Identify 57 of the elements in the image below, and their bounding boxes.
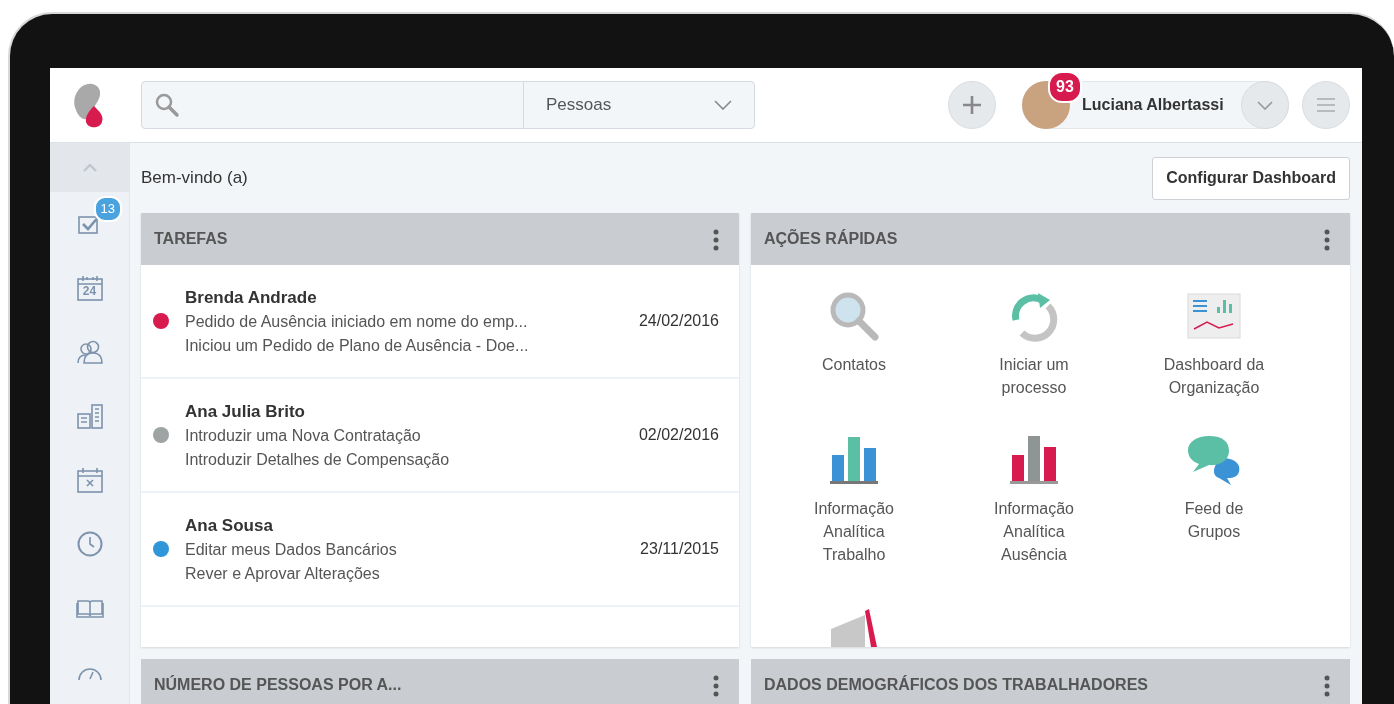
task-text: Pedido de Ausência iniciado em nome do emp... bbox=[185, 311, 529, 332]
search-icon bbox=[154, 92, 180, 118]
task-row[interactable]: Brenda Andrade Pedido de Ausência iniciado em nome do emp... Iniciou um Pedido de Plano de Ausência - Doe... 24/02/2016 bbox=[141, 265, 739, 379]
user-dropdown-button[interactable] bbox=[1241, 81, 1289, 129]
task-date: 02/02/2016 bbox=[638, 425, 719, 445]
bar-chart-icon bbox=[829, 435, 879, 485]
quick-action[interactable]: Informação Analítica Ausência bbox=[944, 429, 1124, 566]
count-badge: 13 bbox=[93, 196, 122, 222]
quick-action[interactable]: Dashboard da Organização bbox=[1124, 285, 1304, 399]
task-person: Ana Julia Brito bbox=[185, 400, 306, 423]
user-name: Luciana Albertassi bbox=[1082, 95, 1225, 115]
welcome-text: Bem-vindo (a) bbox=[141, 167, 248, 190]
quick-action[interactable]: Informação Analítica Trabalho bbox=[764, 429, 944, 566]
plus-icon bbox=[962, 95, 982, 115]
notification-badge: 93 bbox=[1048, 71, 1082, 103]
book-icon bbox=[75, 598, 104, 618]
quick-action[interactable]: Iniciar um processo bbox=[944, 285, 1124, 399]
calendar-date: 24 bbox=[81, 284, 98, 298]
bar-chart-icon bbox=[1009, 435, 1059, 485]
task-text: Introduzir Detalhes de Compensação bbox=[185, 449, 451, 470]
chevron-up-icon bbox=[82, 163, 97, 172]
card-title: DADOS DEMOGRÁFICOS DOS TRABALHADORES bbox=[764, 674, 1148, 695]
task-text: Rever e Aprovar Alterações bbox=[185, 563, 381, 584]
task-text: Iniciou um Pedido de Plano de Ausência - Doe... bbox=[185, 335, 530, 356]
task-person: Ana Sousa bbox=[185, 514, 274, 537]
task-date: 24/02/2016 bbox=[638, 311, 719, 331]
megaphone-icon bbox=[829, 607, 879, 647]
configure-dashboard-button[interactable]: Configurar Dashboard bbox=[1152, 156, 1350, 200]
chevron-down-icon bbox=[1257, 100, 1273, 110]
scope-value: Pessoas bbox=[546, 94, 612, 117]
magnifier-icon bbox=[828, 290, 880, 342]
quick-action[interactable]: Contatos bbox=[764, 285, 944, 399]
menu-icon bbox=[1317, 98, 1335, 112]
task-text: Introduzir uma Nova Contratação bbox=[185, 425, 422, 446]
speech-bubbles-icon bbox=[1187, 434, 1241, 486]
calendar-cross-icon bbox=[76, 467, 103, 493]
task-row[interactable]: Ana Sousa Editar meus Dados Bancários Rever e Aprovar Alterações 23/11/2015 bbox=[141, 493, 739, 607]
kebab-icon bbox=[1324, 674, 1330, 697]
card-title: TAREFAS bbox=[154, 229, 228, 249]
clock-icon bbox=[76, 531, 103, 557]
task-date: 23/11/2015 bbox=[640, 539, 719, 559]
task-row[interactable]: Ana Julia Brito Introduzir uma Nova Contratação Introduzir Detalhes de Compensação 02/02/2016 bbox=[141, 379, 739, 493]
building-icon bbox=[76, 403, 103, 429]
dashboard-chart-icon bbox=[1187, 293, 1241, 339]
kebab-icon bbox=[713, 674, 719, 697]
kebab-icon bbox=[1324, 228, 1330, 251]
task-text: Editar meus Dados Bancários bbox=[185, 539, 398, 560]
menu-button[interactable] bbox=[1302, 81, 1350, 129]
card-title: NÚMERO DE PESSOAS POR A... bbox=[154, 674, 402, 695]
people-icon bbox=[75, 340, 104, 364]
card-title: AÇÕES RÁPIDAS bbox=[764, 228, 898, 249]
add-button[interactable] bbox=[948, 81, 996, 129]
kebab-icon bbox=[713, 228, 719, 251]
task-person: Brenda Andrade bbox=[185, 286, 318, 309]
scope-dropdown[interactable]: Pessoas bbox=[524, 82, 754, 128]
chevron-down-icon bbox=[714, 100, 732, 110]
quick-action[interactable]: Feed de Grupos bbox=[1124, 429, 1304, 566]
